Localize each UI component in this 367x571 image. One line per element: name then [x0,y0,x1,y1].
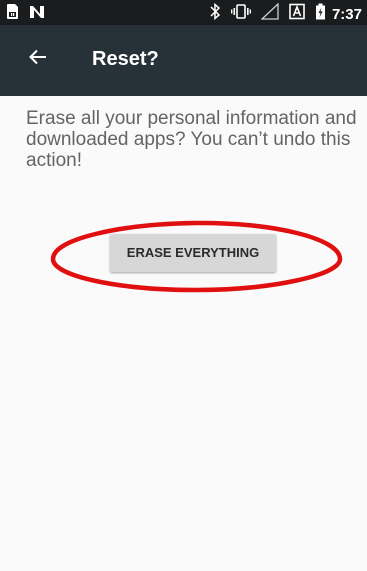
status-left-icons [6,3,45,25]
status-right-icons: 7:37 [200,2,362,25]
reset-warning-message: Erase all your personal information and … [26,108,357,171]
arrow-back-icon [29,49,47,70]
signal-icon [260,2,279,25]
page-title: Reset? [92,48,159,70]
clock: 7:37 [331,5,362,23]
bluetooth-icon [210,2,221,25]
sim-card-icon [6,3,19,25]
toolbar: Reset? [0,25,367,96]
a-badge-icon [289,3,305,25]
screen: 7:37 Reset? Erase all your personal info… [0,0,367,571]
battery-icon [315,3,326,25]
vibrate-icon [230,3,251,25]
status-bar: 7:37 [0,0,367,25]
n-notification-icon [29,4,45,25]
back-button[interactable] [16,37,60,81]
content: Erase all your personal information and … [0,96,367,571]
erase-everything-button[interactable]: ERASE EVERYTHING [110,234,276,272]
